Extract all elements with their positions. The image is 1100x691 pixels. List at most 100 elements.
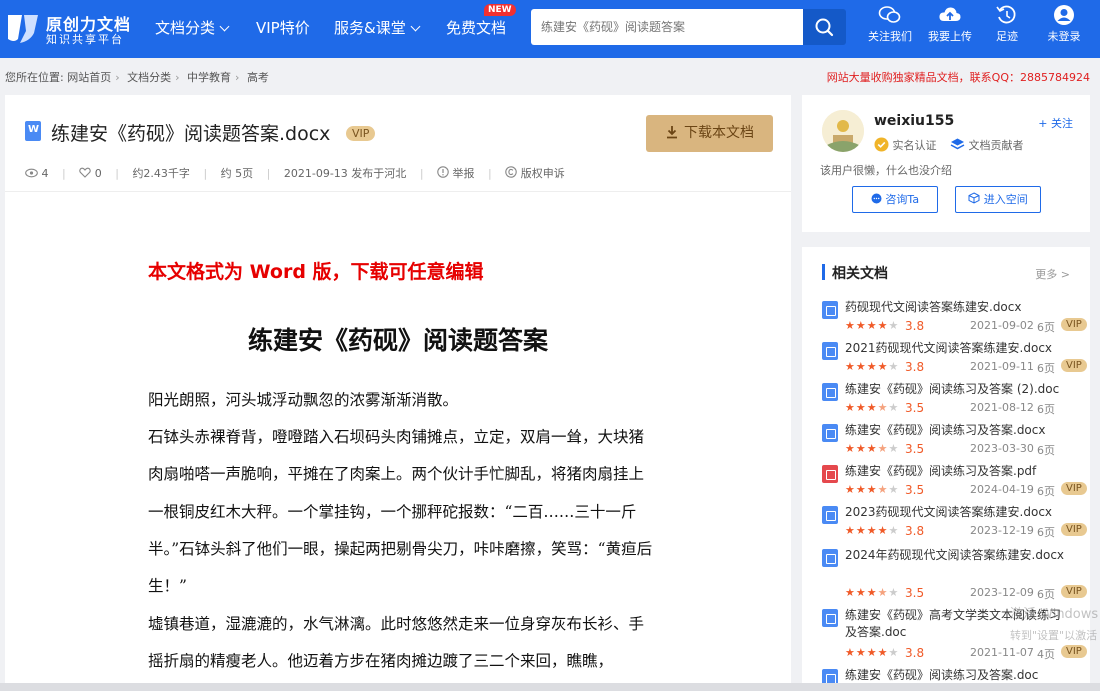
breadcrumb-middle-school[interactable]: 中学教育 — [187, 71, 231, 84]
related-item-pages: 6页 — [1037, 485, 1055, 498]
chevron-down-icon — [410, 21, 421, 32]
related-item-title[interactable]: 练建安《药砚》阅读练习及答案 (2).doc — [845, 381, 1070, 398]
nav-services[interactable]: 服务&课堂 — [334, 17, 421, 38]
nav-free-docs[interactable]: 免费文档 — [446, 17, 506, 38]
related-more-link[interactable]: 更多 > — [1035, 266, 1070, 282]
paragraph: 墟镇巷道，湿漉漉的，水气淋漓。此时悠悠然走来一位身穿灰布长衫、手摇折扇的精瘦老人… — [148, 615, 645, 671]
logo-subtitle: 知识共享平台 — [46, 33, 124, 46]
related-item-date: 2023-12-09 — [970, 586, 1034, 599]
logo-mark-icon — [8, 15, 38, 43]
word-file-icon — [822, 609, 838, 627]
follow-us-button[interactable]: 关注我们 — [865, 4, 915, 44]
breadcrumb-home[interactable]: 网站首页 — [67, 71, 111, 84]
chevron-down-icon — [219, 21, 230, 32]
vip-badge: VIP — [1061, 318, 1087, 331]
download-icon — [667, 126, 677, 139]
site-logo[interactable]: 原创力文档 知识共享平台 — [4, 9, 144, 49]
chat-icon — [871, 193, 882, 204]
vip-badge: VIP — [1061, 482, 1087, 495]
related-docs-panel: 相关文档 更多 > 药砚现代文阅读答案练建安.docx ★★★★★ 3.8 2021-… — [802, 247, 1090, 691]
related-item-title[interactable]: 2023药砚现代文阅读答案练建安.docx — [845, 504, 1070, 521]
related-item-date: 2021-08-12 — [970, 401, 1034, 414]
related-item-date: 2021-09-02 — [970, 319, 1034, 332]
new-badge: NEW — [484, 4, 516, 16]
related-item-title[interactable]: 药砚现代文阅读答案练建安.docx — [845, 299, 1070, 316]
vip-badge: VIP — [1061, 645, 1087, 658]
vip-badge: VIP — [346, 126, 376, 141]
document-title: 练建安《药砚》阅读题答案.docx — [51, 123, 331, 145]
heart-icon — [79, 167, 91, 178]
rating-score: 3.8 — [905, 524, 925, 538]
avatar[interactable] — [822, 110, 864, 152]
nav-doc-categories[interactable]: 文档分类 — [155, 17, 230, 38]
vip-badge: VIP — [1061, 359, 1087, 372]
download-button[interactable]: 下载本文档 — [646, 115, 773, 152]
related-item-meta: ★★★★★ 3.8 2021-09-11 6页 VIP — [845, 359, 1087, 375]
breadcrumb-gaokao[interactable]: 高考 — [247, 71, 269, 84]
report-link[interactable]: 举报 — [437, 166, 478, 180]
copyright-link[interactable]: 版权申诉 — [505, 166, 565, 180]
nav-label: VIP特价 — [256, 19, 310, 37]
document-panel: 练建安《药砚》阅读题答案.docx VIP 下载本文档 4 | 0 | 约2.4… — [5, 95, 791, 691]
related-item-date: 2024-04-19 — [970, 483, 1034, 496]
word-file-icon — [822, 424, 838, 442]
search-button[interactable] — [803, 9, 846, 45]
search-input[interactable] — [531, 9, 803, 45]
word-file-icon — [822, 342, 838, 360]
breadcrumb-categories[interactable]: 文档分类 — [127, 71, 171, 84]
copyright-icon — [505, 166, 517, 178]
top-header: 原创力文档 知识共享平台 文档分类 VIP特价 服务&课堂 免费文档 NEW 关… — [0, 0, 1100, 58]
history-button[interactable]: 足迹 — [982, 4, 1032, 44]
author-name[interactable]: weixiu155 — [874, 113, 954, 129]
login-button[interactable]: 未登录 — [1039, 4, 1089, 44]
wechat-icon — [878, 6, 901, 23]
word-file-icon — [822, 506, 838, 524]
breadcrumb-prefix: 您所在位置: — [5, 71, 64, 84]
follow-button[interactable]: + 关注 — [1038, 115, 1073, 131]
related-item-pages: 6页 — [1037, 321, 1055, 334]
related-item-pages: 6页 — [1037, 362, 1055, 375]
nav-vip-deals[interactable]: VIP特价 — [256, 17, 310, 38]
author-description: 该用户很懒，什么也没介绍 — [820, 164, 952, 177]
publish-info: 2021-09-13 发布于河北 — [283, 167, 407, 180]
contributor-layers-icon — [950, 138, 965, 150]
consult-button[interactable]: 咨询Ta — [852, 186, 938, 213]
rating-stars: ★★★★★ — [845, 646, 900, 659]
cube-icon — [968, 192, 980, 204]
related-item-date: 2023-03-30 — [970, 442, 1034, 455]
related-item-title[interactable]: 练建安《药砚》阅读练习及答案.docx — [845, 422, 1070, 439]
word-count: 约2.43千字 — [132, 167, 190, 180]
divider — [5, 191, 791, 192]
author-badges: 实名认证 文档贡献者 — [874, 137, 1024, 153]
warning-circle-icon — [437, 166, 449, 178]
section-accent-bar — [822, 264, 825, 280]
likes-count[interactable]: 0 — [79, 167, 105, 180]
related-item-title[interactable]: 练建安《药砚》阅读练习及答案.pdf — [845, 463, 1070, 480]
activation-watermark: 激活 Windows — [1010, 607, 1099, 622]
document-meta: 4 | 0 | 约2.43千字 | 约 5页 | 2021-09-13 发布于河… — [25, 165, 575, 181]
related-item-title[interactable]: 2021药砚现代文阅读答案练建安.docx — [845, 340, 1070, 357]
vip-badge: VIP — [1061, 523, 1087, 536]
rating-stars: ★★★★★ — [845, 319, 900, 332]
related-item-pages: 6页 — [1037, 444, 1055, 457]
format-note: 本文格式为 Word 版，下载可任意编辑 — [148, 261, 484, 283]
upload-button[interactable]: 我要上传 — [925, 4, 975, 44]
related-item-pages: 6页 — [1037, 588, 1055, 601]
rating-score: 3.5 — [905, 483, 925, 497]
vip-badge: VIP — [1061, 585, 1087, 598]
word-file-icon — [25, 121, 41, 141]
rating-stars: ★★★★★ — [845, 524, 900, 537]
activation-watermark-sub: 转到"设置"以激活 — [1010, 629, 1098, 642]
related-item-pages: 6页 — [1037, 526, 1055, 539]
nav-label: 文档分类 — [155, 19, 216, 37]
rating-score: 3.5 — [905, 401, 925, 415]
related-item-title[interactable]: 2024年药砚现代文阅读答案练建安.docx — [845, 547, 1070, 564]
related-item-meta: ★★★★★ 3.8 2021-11-07 4页 VIP — [845, 645, 1087, 661]
related-item-title[interactable]: 练建安《药砚》阅读练习及答案.doc — [845, 667, 1070, 684]
word-file-icon — [822, 549, 838, 567]
rating-score: 3.5 — [905, 586, 925, 600]
enter-space-button[interactable]: 进入空间 — [955, 186, 1041, 213]
related-item-meta: ★★★★★ 3.5 2023-03-30 6页 — [845, 442, 1070, 457]
related-item-meta: ★★★★★ 3.5 2024-04-19 6页 VIP — [845, 482, 1087, 498]
purchase-notice[interactable]: 网站大量收购独家精品文档，联系QQ：2885784924 — [827, 69, 1090, 85]
